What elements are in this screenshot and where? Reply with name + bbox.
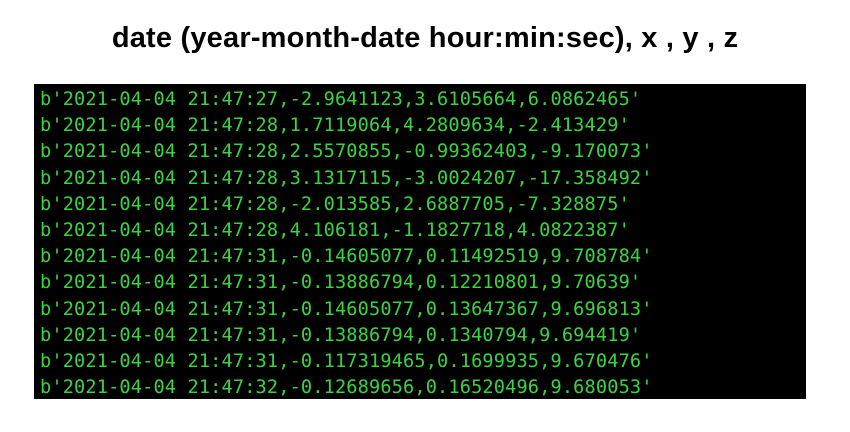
terminal-line: b'2021-04-04 21:47:31,-0.13886794,0.1221…: [40, 272, 642, 294]
terminal-line: b'2021-04-04 21:47:28,4.106181,-1.182771…: [40, 219, 630, 241]
terminal-line: b'2021-04-04 21:47:31,-0.14605077,0.1364…: [40, 298, 653, 320]
terminal-line: b'2021-04-04 21:47:32,-0.12689656,0.1652…: [40, 377, 653, 399]
terminal-line: b'2021-04-04 21:47:28,1.7119064,4.280963…: [40, 115, 630, 137]
terminal-line: b'2021-04-04 21:47:27,-2.9641123,3.61056…: [40, 89, 642, 110]
terminal-line: b'2021-04-04 21:47:28,2.5570855,-0.99362…: [40, 141, 653, 163]
terminal-line: b'2021-04-04 21:47:31,-0.14605077,0.1149…: [40, 246, 653, 268]
terminal-line: b'2021-04-04 21:47:28,-2.013585,2.688770…: [40, 193, 630, 215]
terminal-output: b'2021-04-04 21:47:27,-2.9641123,3.61056…: [34, 84, 806, 399]
terminal-line: b'2021-04-04 21:47:31,-0.117319465,0.169…: [40, 350, 653, 372]
terminal-lines: b'2021-04-04 21:47:27,-2.9641123,3.61056…: [40, 87, 653, 399]
page-title: date (year-month-date hour:min:sec), x ,…: [111, 22, 739, 54]
terminal-line: b'2021-04-04 21:47:28,3.1317115,-3.00242…: [40, 167, 653, 189]
terminal-line: b'2021-04-04 21:47:31,-0.13886794,0.1340…: [40, 324, 642, 346]
